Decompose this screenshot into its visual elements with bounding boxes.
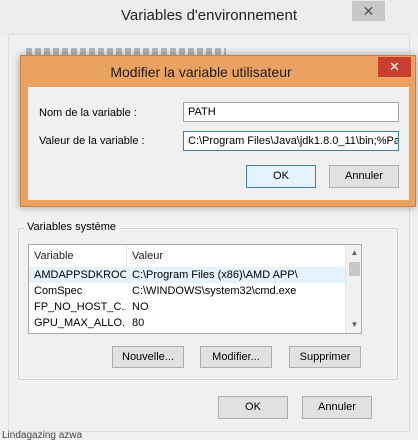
obscured-taskbar-text: Lindagazing azwa [2,430,83,440]
scrollbar-thumb[interactable] [349,262,360,276]
variable-name: ComSpec [34,285,83,297]
new-button[interactable]: Nouvelle... [112,346,184,368]
variable-name-input[interactable]: PATH [183,102,399,122]
scroll-down-icon[interactable]: ▼ [346,317,361,333]
list-item[interactable]: GPU_MAX_ALLO... 80 [29,315,345,331]
list-item[interactable]: ComSpec C:\WINDOWS\system32\cmd.exe [29,283,345,299]
list-item[interactable]: AMDAPPSDKROOT C:\Program Files (x86)\AMD… [29,267,345,283]
delete-button[interactable]: Supprimer [289,346,361,368]
close-icon[interactable]: ✕ [352,1,385,21]
variable-name: GPU_MAX_ALLO... [34,317,126,329]
variable-name: AMDAPPSDKROOT [34,269,126,281]
variable-name-label: Nom de la variable : [39,107,137,119]
cancel-button[interactable]: Annuler [329,165,399,188]
dialog-body: Nom de la variable : PATH Valeur de la v… [28,87,409,200]
variable-name: FP_NO_HOST_C... [34,301,126,313]
variable-value-input[interactable]: C:\Program Files\Java\jdk1.8.0_11\bin;%P… [183,131,399,151]
ok-button[interactable]: OK [246,165,316,188]
vertical-scrollbar[interactable]: ▲ ▼ [345,245,361,333]
variable-value: C:\Program Files (x86)\AMD APP\ [132,269,298,281]
modify-button[interactable]: Modifier... [200,346,272,368]
edit-user-variable-dialog: Modifier la variable utilisateur ✕ Nom d… [20,55,416,207]
cancel-button[interactable]: Annuler [302,396,372,419]
variable-value: C:\WINDOWS\system32\cmd.exe [132,285,297,297]
scroll-up-icon[interactable]: ▲ [346,245,361,261]
column-header-variable[interactable]: Variable [29,245,127,267]
system-variables-list[interactable]: Variable Valeur AMDAPPSDKROOT C:\Program… [28,244,362,334]
close-icon[interactable]: ✕ [378,57,411,77]
list-item[interactable]: FP_NO_HOST_C... NO [29,299,345,315]
ok-button[interactable]: OK [218,396,288,419]
variable-value-label: Valeur de la variable : [39,135,145,147]
variable-value: 80 [132,317,145,329]
system-variables-legend: Variables système [24,221,120,233]
column-header-value[interactable]: Valeur [127,245,345,267]
dialog-title: Modifier la variable utilisateur [110,64,292,80]
variable-value: NO [132,301,149,313]
